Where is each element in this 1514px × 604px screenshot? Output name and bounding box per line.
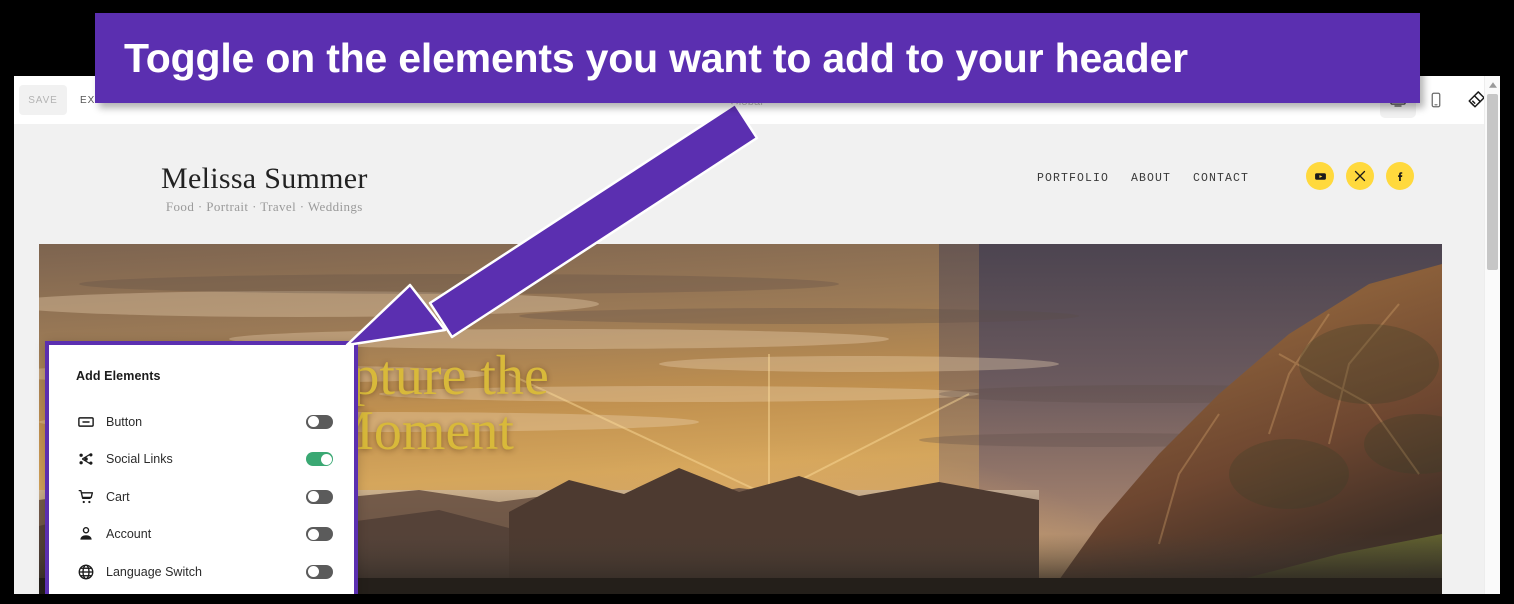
element-row-account[interactable]: Account: [49, 516, 354, 554]
element-row-language-switch[interactable]: Language Switch: [49, 553, 354, 591]
vertical-scrollbar[interactable]: [1484, 76, 1500, 594]
editor-window: SAVE EXIT Global: [14, 76, 1500, 594]
logo-tagline: Food · Portrait · Travel · Weddings: [165, 199, 363, 214]
language-switch-icon: [76, 562, 96, 582]
element-label: Button: [106, 414, 143, 429]
site-header: Melissa Summer Food · Portrait · Travel …: [39, 124, 1442, 244]
toggle-account[interactable]: [306, 527, 333, 542]
save-button[interactable]: SAVE: [19, 85, 67, 115]
panel-title: Add Elements: [76, 369, 161, 383]
social-links-icon: [76, 449, 96, 469]
element-rows: Button Social Links Cart Account Languag…: [49, 403, 354, 591]
toggle-language-switch[interactable]: [306, 564, 333, 579]
nav-item-portfolio[interactable]: PORTFOLIO: [1037, 172, 1109, 185]
scrollbar-thumb[interactable]: [1487, 94, 1498, 270]
canvas-right-gutter: [1442, 124, 1467, 594]
callout-text: Toggle on the elements you want to add t…: [124, 34, 1188, 81]
nav-item-contact[interactable]: CONTACT: [1193, 172, 1249, 185]
chevron-up-icon: [1488, 82, 1497, 88]
account-icon: [76, 524, 96, 544]
social-link-x[interactable]: [1346, 162, 1374, 190]
mobile-icon: [1431, 92, 1441, 108]
cart-icon: [76, 487, 96, 507]
element-label: Social Links: [106, 452, 173, 467]
toggle-cart[interactable]: [306, 489, 333, 504]
toggle-knob: [307, 528, 319, 540]
toggle-social-links[interactable]: [306, 452, 333, 467]
scroll-up-arrow-icon[interactable]: [1485, 78, 1500, 92]
toggle-knob: [307, 416, 319, 428]
screenshot-root: SAVE EXIT Global: [0, 0, 1514, 604]
social-link-facebook[interactable]: [1386, 162, 1414, 190]
callout-banner: Toggle on the elements you want to add t…: [95, 13, 1420, 103]
nav-item-about[interactable]: ABOUT: [1131, 172, 1171, 185]
button-icon: [76, 412, 96, 432]
element-row-social-links[interactable]: Social Links: [49, 441, 354, 479]
site-nav: PORTFOLIO ABOUT CONTACT: [1037, 172, 1249, 185]
element-row-cart[interactable]: Cart: [49, 478, 354, 516]
x-twitter-icon: [1354, 170, 1366, 182]
element-label: Cart: [106, 489, 130, 504]
add-elements-panel: Add Elements Button Social Links Cart Ac…: [45, 341, 358, 594]
social-link-youtube[interactable]: [1306, 162, 1334, 190]
youtube-icon: [1314, 172, 1326, 180]
toggle-knob: [307, 491, 319, 503]
site-logo[interactable]: Melissa Summer Food · Portrait · Travel …: [161, 164, 368, 215]
element-row-button[interactable]: Button: [49, 403, 354, 441]
canvas-left-gutter: [14, 124, 39, 594]
facebook-icon: [1397, 171, 1402, 181]
toggle-knob: [307, 566, 319, 578]
toggle-button[interactable]: [306, 414, 333, 429]
toggle-knob: [320, 453, 332, 465]
element-label: Language Switch: [106, 564, 202, 579]
social-links: [1306, 162, 1414, 190]
mobile-view-button[interactable]: [1418, 82, 1454, 118]
logo-name: Melissa Summer: [161, 162, 368, 195]
element-label: Account: [106, 527, 152, 542]
